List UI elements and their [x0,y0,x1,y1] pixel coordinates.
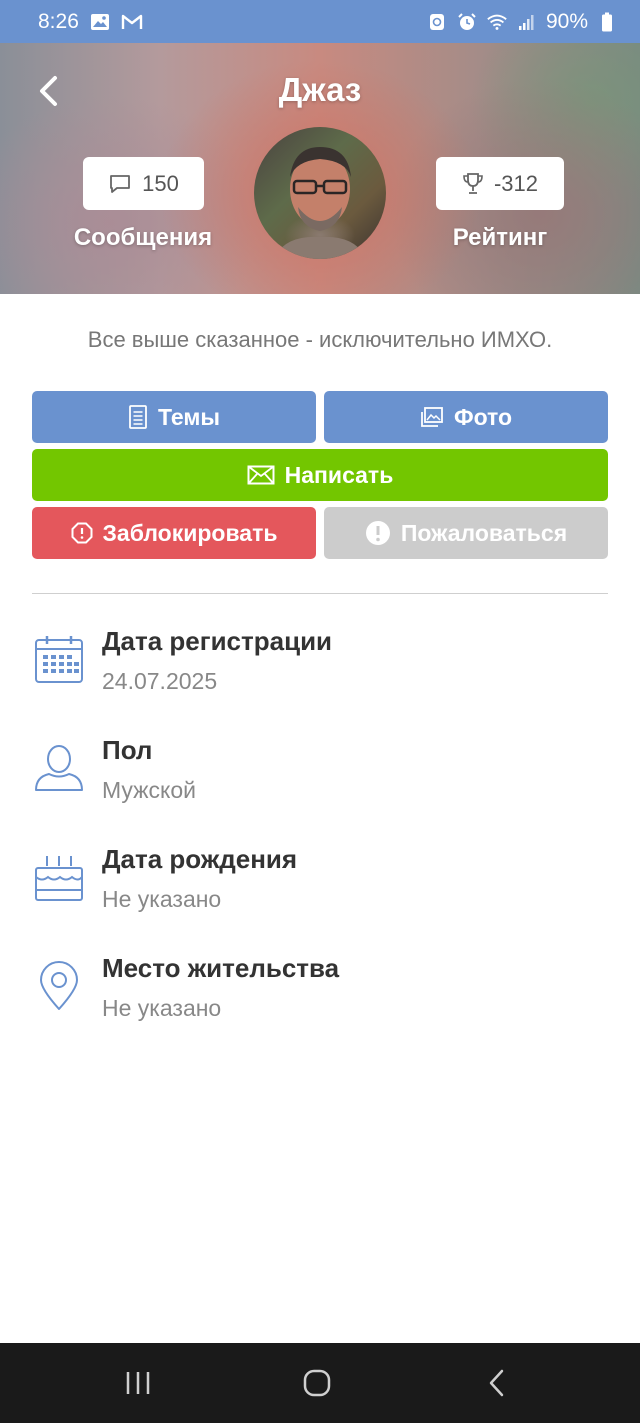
divider [32,593,608,594]
rating-box[interactable]: -312 [436,157,564,210]
info-label: Дата рождения [102,844,298,874]
battery-percent: 90% [545,9,588,33]
image-icon [89,11,111,33]
recent-apps-button[interactable] [118,1363,158,1403]
comment-icon [110,174,131,193]
info-value: Не указано [102,886,222,912]
block-octagon-icon [71,522,92,544]
messages-count: 150 [142,170,179,196]
wifi-icon [486,11,508,33]
write-message-button[interactable]: Написать [32,449,608,501]
status-bar: 8:26 90% [0,0,640,43]
avatar-image [274,147,366,259]
block-button-label: Заблокировать [102,519,278,546]
info-label: Дата регистрации [102,626,333,656]
person-icon [35,745,83,791]
info-row-registration: Дата регистрации 24.07.2025 [0,626,640,706]
write-button-label: Написать [284,461,394,488]
block-button[interactable]: Заблокировать [32,507,316,559]
cake-icon [35,856,83,901]
location-pin-icon [40,961,78,1010]
envelope-icon [247,465,275,485]
nav-back-button[interactable] [477,1363,517,1403]
clock: 8:26 [38,9,79,33]
info-value: Мужской [102,777,197,803]
info-row-gender: Пол Мужской [0,735,640,815]
info-label: Пол [102,735,153,765]
profile-screen: 8:26 90% Джаз 150 Сообщения -312 Рейтинг… [0,0,640,1423]
trophy-icon [463,172,483,194]
recent-apps-icon [126,1372,150,1394]
profile-about: Все выше сказанное - исключительно ИМХО. [87,327,553,352]
system-nav-bar [0,1343,640,1423]
sync-icon [426,11,448,33]
messages-label: Сообщения [73,224,213,251]
gmail-icon [121,11,143,33]
avatar[interactable] [254,127,386,259]
rating-value: -312 [493,170,539,196]
info-row-location: Место жительства Не указано [0,953,640,1033]
photo-button-label: Фото [453,403,513,430]
topics-button-label: Темы [157,403,221,430]
photo-button[interactable]: Фото [324,391,608,443]
info-value: Не указано [102,995,222,1021]
exclamation-circle-icon [365,521,390,545]
report-button[interactable]: Пожаловаться [324,507,608,559]
back-icon [489,1369,504,1397]
calendar-icon [35,636,83,683]
battery-icon [596,11,618,33]
home-icon [303,1369,331,1397]
profile-name: Джаз [278,71,362,108]
home-button[interactable] [297,1363,337,1403]
info-row-birthday: Дата рождения Не указано [0,844,640,924]
report-button-label: Пожаловаться [400,519,568,546]
messages-count-box[interactable]: 150 [83,157,204,210]
alarm-icon [456,11,478,33]
profile-header: Джаз 150 Сообщения -312 Рейтинг [0,43,640,294]
rating-label: Рейтинг [452,224,548,251]
info-value: 24.07.2025 [102,668,218,694]
document-icon [129,405,147,429]
photo-gallery-icon [421,407,443,427]
info-label: Место жительства [102,953,340,983]
signal-icon [516,11,538,33]
topics-button[interactable]: Темы [32,391,316,443]
